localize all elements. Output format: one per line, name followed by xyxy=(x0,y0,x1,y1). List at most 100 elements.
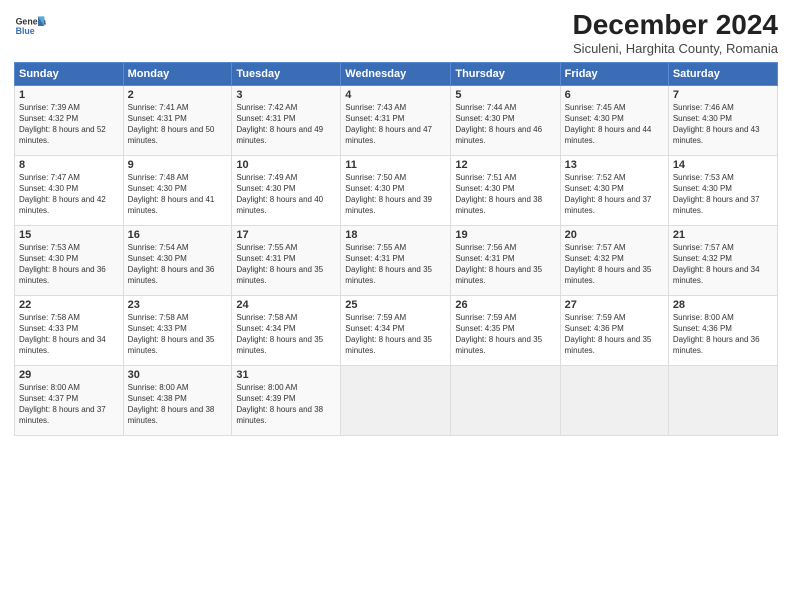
day-detail: Sunrise: 7:44 AMSunset: 4:30 PMDaylight:… xyxy=(455,102,555,147)
day-number: 4 xyxy=(345,89,446,101)
main-container: General Blue December 2024 Siculeni, Har… xyxy=(0,0,792,442)
calendar-cell: 3Sunrise: 7:42 AMSunset: 4:31 PMDaylight… xyxy=(232,85,341,155)
day-detail: Sunrise: 8:00 AMSunset: 4:36 PMDaylight:… xyxy=(673,312,773,357)
weekday-header-saturday: Saturday xyxy=(668,62,777,85)
calendar-week-3: 15Sunrise: 7:53 AMSunset: 4:30 PMDayligh… xyxy=(15,225,778,295)
day-detail: Sunrise: 8:00 AMSunset: 4:37 PMDaylight:… xyxy=(19,382,119,427)
calendar-cell: 29Sunrise: 8:00 AMSunset: 4:37 PMDayligh… xyxy=(15,365,124,435)
day-detail: Sunrise: 7:52 AMSunset: 4:30 PMDaylight:… xyxy=(565,172,664,217)
day-number: 24 xyxy=(236,299,336,311)
day-number: 5 xyxy=(455,89,555,101)
calendar-cell: 26Sunrise: 7:59 AMSunset: 4:35 PMDayligh… xyxy=(451,295,560,365)
weekday-header-row: SundayMondayTuesdayWednesdayThursdayFrid… xyxy=(15,62,778,85)
title-block: December 2024 Siculeni, Harghita County,… xyxy=(573,10,778,56)
day-detail: Sunrise: 7:59 AMSunset: 4:35 PMDaylight:… xyxy=(455,312,555,357)
month-title: December 2024 xyxy=(573,10,778,41)
calendar-cell: 13Sunrise: 7:52 AMSunset: 4:30 PMDayligh… xyxy=(560,155,668,225)
calendar-cell xyxy=(341,365,451,435)
day-detail: Sunrise: 7:49 AMSunset: 4:30 PMDaylight:… xyxy=(236,172,336,217)
calendar-cell: 18Sunrise: 7:55 AMSunset: 4:31 PMDayligh… xyxy=(341,225,451,295)
day-number: 8 xyxy=(19,159,119,171)
calendar-week-1: 1Sunrise: 7:39 AMSunset: 4:32 PMDaylight… xyxy=(15,85,778,155)
calendar-cell xyxy=(668,365,777,435)
day-number: 27 xyxy=(565,299,664,311)
day-detail: Sunrise: 7:57 AMSunset: 4:32 PMDaylight:… xyxy=(565,242,664,287)
calendar-cell: 28Sunrise: 8:00 AMSunset: 4:36 PMDayligh… xyxy=(668,295,777,365)
day-detail: Sunrise: 7:53 AMSunset: 4:30 PMDaylight:… xyxy=(673,172,773,217)
calendar-cell: 20Sunrise: 7:57 AMSunset: 4:32 PMDayligh… xyxy=(560,225,668,295)
location-subtitle: Siculeni, Harghita County, Romania xyxy=(573,41,778,56)
logo-icon: General Blue xyxy=(14,10,46,42)
day-number: 29 xyxy=(19,369,119,381)
weekday-header-monday: Monday xyxy=(123,62,232,85)
day-number: 11 xyxy=(345,159,446,171)
calendar-week-5: 29Sunrise: 8:00 AMSunset: 4:37 PMDayligh… xyxy=(15,365,778,435)
day-detail: Sunrise: 7:54 AMSunset: 4:30 PMDaylight:… xyxy=(128,242,228,287)
day-detail: Sunrise: 7:45 AMSunset: 4:30 PMDaylight:… xyxy=(565,102,664,147)
day-detail: Sunrise: 7:42 AMSunset: 4:31 PMDaylight:… xyxy=(236,102,336,147)
weekday-header-sunday: Sunday xyxy=(15,62,124,85)
day-number: 31 xyxy=(236,369,336,381)
day-detail: Sunrise: 7:57 AMSunset: 4:32 PMDaylight:… xyxy=(673,242,773,287)
calendar-cell: 23Sunrise: 7:58 AMSunset: 4:33 PMDayligh… xyxy=(123,295,232,365)
calendar-cell: 16Sunrise: 7:54 AMSunset: 4:30 PMDayligh… xyxy=(123,225,232,295)
day-number: 6 xyxy=(565,89,664,101)
calendar-cell: 1Sunrise: 7:39 AMSunset: 4:32 PMDaylight… xyxy=(15,85,124,155)
calendar-cell: 17Sunrise: 7:55 AMSunset: 4:31 PMDayligh… xyxy=(232,225,341,295)
day-detail: Sunrise: 8:00 AMSunset: 4:39 PMDaylight:… xyxy=(236,382,336,427)
calendar-cell: 31Sunrise: 8:00 AMSunset: 4:39 PMDayligh… xyxy=(232,365,341,435)
day-detail: Sunrise: 7:53 AMSunset: 4:30 PMDaylight:… xyxy=(19,242,119,287)
day-number: 26 xyxy=(455,299,555,311)
day-detail: Sunrise: 7:48 AMSunset: 4:30 PMDaylight:… xyxy=(128,172,228,217)
day-detail: Sunrise: 7:50 AMSunset: 4:30 PMDaylight:… xyxy=(345,172,446,217)
calendar-cell: 30Sunrise: 8:00 AMSunset: 4:38 PMDayligh… xyxy=(123,365,232,435)
calendar-cell: 8Sunrise: 7:47 AMSunset: 4:30 PMDaylight… xyxy=(15,155,124,225)
day-number: 10 xyxy=(236,159,336,171)
day-detail: Sunrise: 7:58 AMSunset: 4:33 PMDaylight:… xyxy=(128,312,228,357)
day-detail: Sunrise: 7:59 AMSunset: 4:36 PMDaylight:… xyxy=(565,312,664,357)
calendar-table: SundayMondayTuesdayWednesdayThursdayFrid… xyxy=(14,62,778,436)
day-number: 14 xyxy=(673,159,773,171)
day-number: 21 xyxy=(673,229,773,241)
day-number: 9 xyxy=(128,159,228,171)
weekday-header-wednesday: Wednesday xyxy=(341,62,451,85)
day-number: 28 xyxy=(673,299,773,311)
day-number: 3 xyxy=(236,89,336,101)
svg-text:Blue: Blue xyxy=(16,26,35,36)
header: General Blue December 2024 Siculeni, Har… xyxy=(14,10,778,56)
calendar-cell: 15Sunrise: 7:53 AMSunset: 4:30 PMDayligh… xyxy=(15,225,124,295)
day-number: 7 xyxy=(673,89,773,101)
day-number: 30 xyxy=(128,369,228,381)
day-detail: Sunrise: 7:55 AMSunset: 4:31 PMDaylight:… xyxy=(345,242,446,287)
calendar-week-4: 22 Sunrise: 7:58 AMSunset: 4:33 PMDayligh… xyxy=(15,295,778,365)
weekday-header-friday: Friday xyxy=(560,62,668,85)
calendar-cell xyxy=(451,365,560,435)
calendar-cell: 24Sunrise: 7:58 AMSunset: 4:34 PMDayligh… xyxy=(232,295,341,365)
day-detail: Sunrise: 7:58 AMSunset: 4:34 PMDaylight:… xyxy=(236,312,336,357)
calendar-cell: 12Sunrise: 7:51 AMSunset: 4:30 PMDayligh… xyxy=(451,155,560,225)
day-number: 1 xyxy=(19,89,119,101)
calendar-cell: 9Sunrise: 7:48 AMSunset: 4:30 PMDaylight… xyxy=(123,155,232,225)
calendar-cell: 10Sunrise: 7:49 AMSunset: 4:30 PMDayligh… xyxy=(232,155,341,225)
day-number: 23 xyxy=(128,299,228,311)
day-detail: Sunrise: 7:47 AMSunset: 4:30 PMDaylight:… xyxy=(19,172,119,217)
weekday-header-thursday: Thursday xyxy=(451,62,560,85)
day-number: 22 xyxy=(19,299,119,311)
calendar-cell: 11Sunrise: 7:50 AMSunset: 4:30 PMDayligh… xyxy=(341,155,451,225)
calendar-cell: 19Sunrise: 7:56 AMSunset: 4:31 PMDayligh… xyxy=(451,225,560,295)
day-detail: Sunrise: 7:39 AMSunset: 4:32 PMDaylight:… xyxy=(19,102,119,147)
calendar-cell: 4Sunrise: 7:43 AMSunset: 4:31 PMDaylight… xyxy=(341,85,451,155)
day-number: 13 xyxy=(565,159,664,171)
day-detail: Sunrise: 7:56 AMSunset: 4:31 PMDaylight:… xyxy=(455,242,555,287)
day-number: 19 xyxy=(455,229,555,241)
calendar-cell: 25Sunrise: 7:59 AMSunset: 4:34 PMDayligh… xyxy=(341,295,451,365)
day-number: 17 xyxy=(236,229,336,241)
day-number: 15 xyxy=(19,229,119,241)
calendar-cell xyxy=(560,365,668,435)
logo: General Blue xyxy=(14,10,46,42)
calendar-cell: 5Sunrise: 7:44 AMSunset: 4:30 PMDaylight… xyxy=(451,85,560,155)
day-number: 16 xyxy=(128,229,228,241)
calendar-cell: 2Sunrise: 7:41 AMSunset: 4:31 PMDaylight… xyxy=(123,85,232,155)
calendar-cell: 7Sunrise: 7:46 AMSunset: 4:30 PMDaylight… xyxy=(668,85,777,155)
day-number: 2 xyxy=(128,89,228,101)
